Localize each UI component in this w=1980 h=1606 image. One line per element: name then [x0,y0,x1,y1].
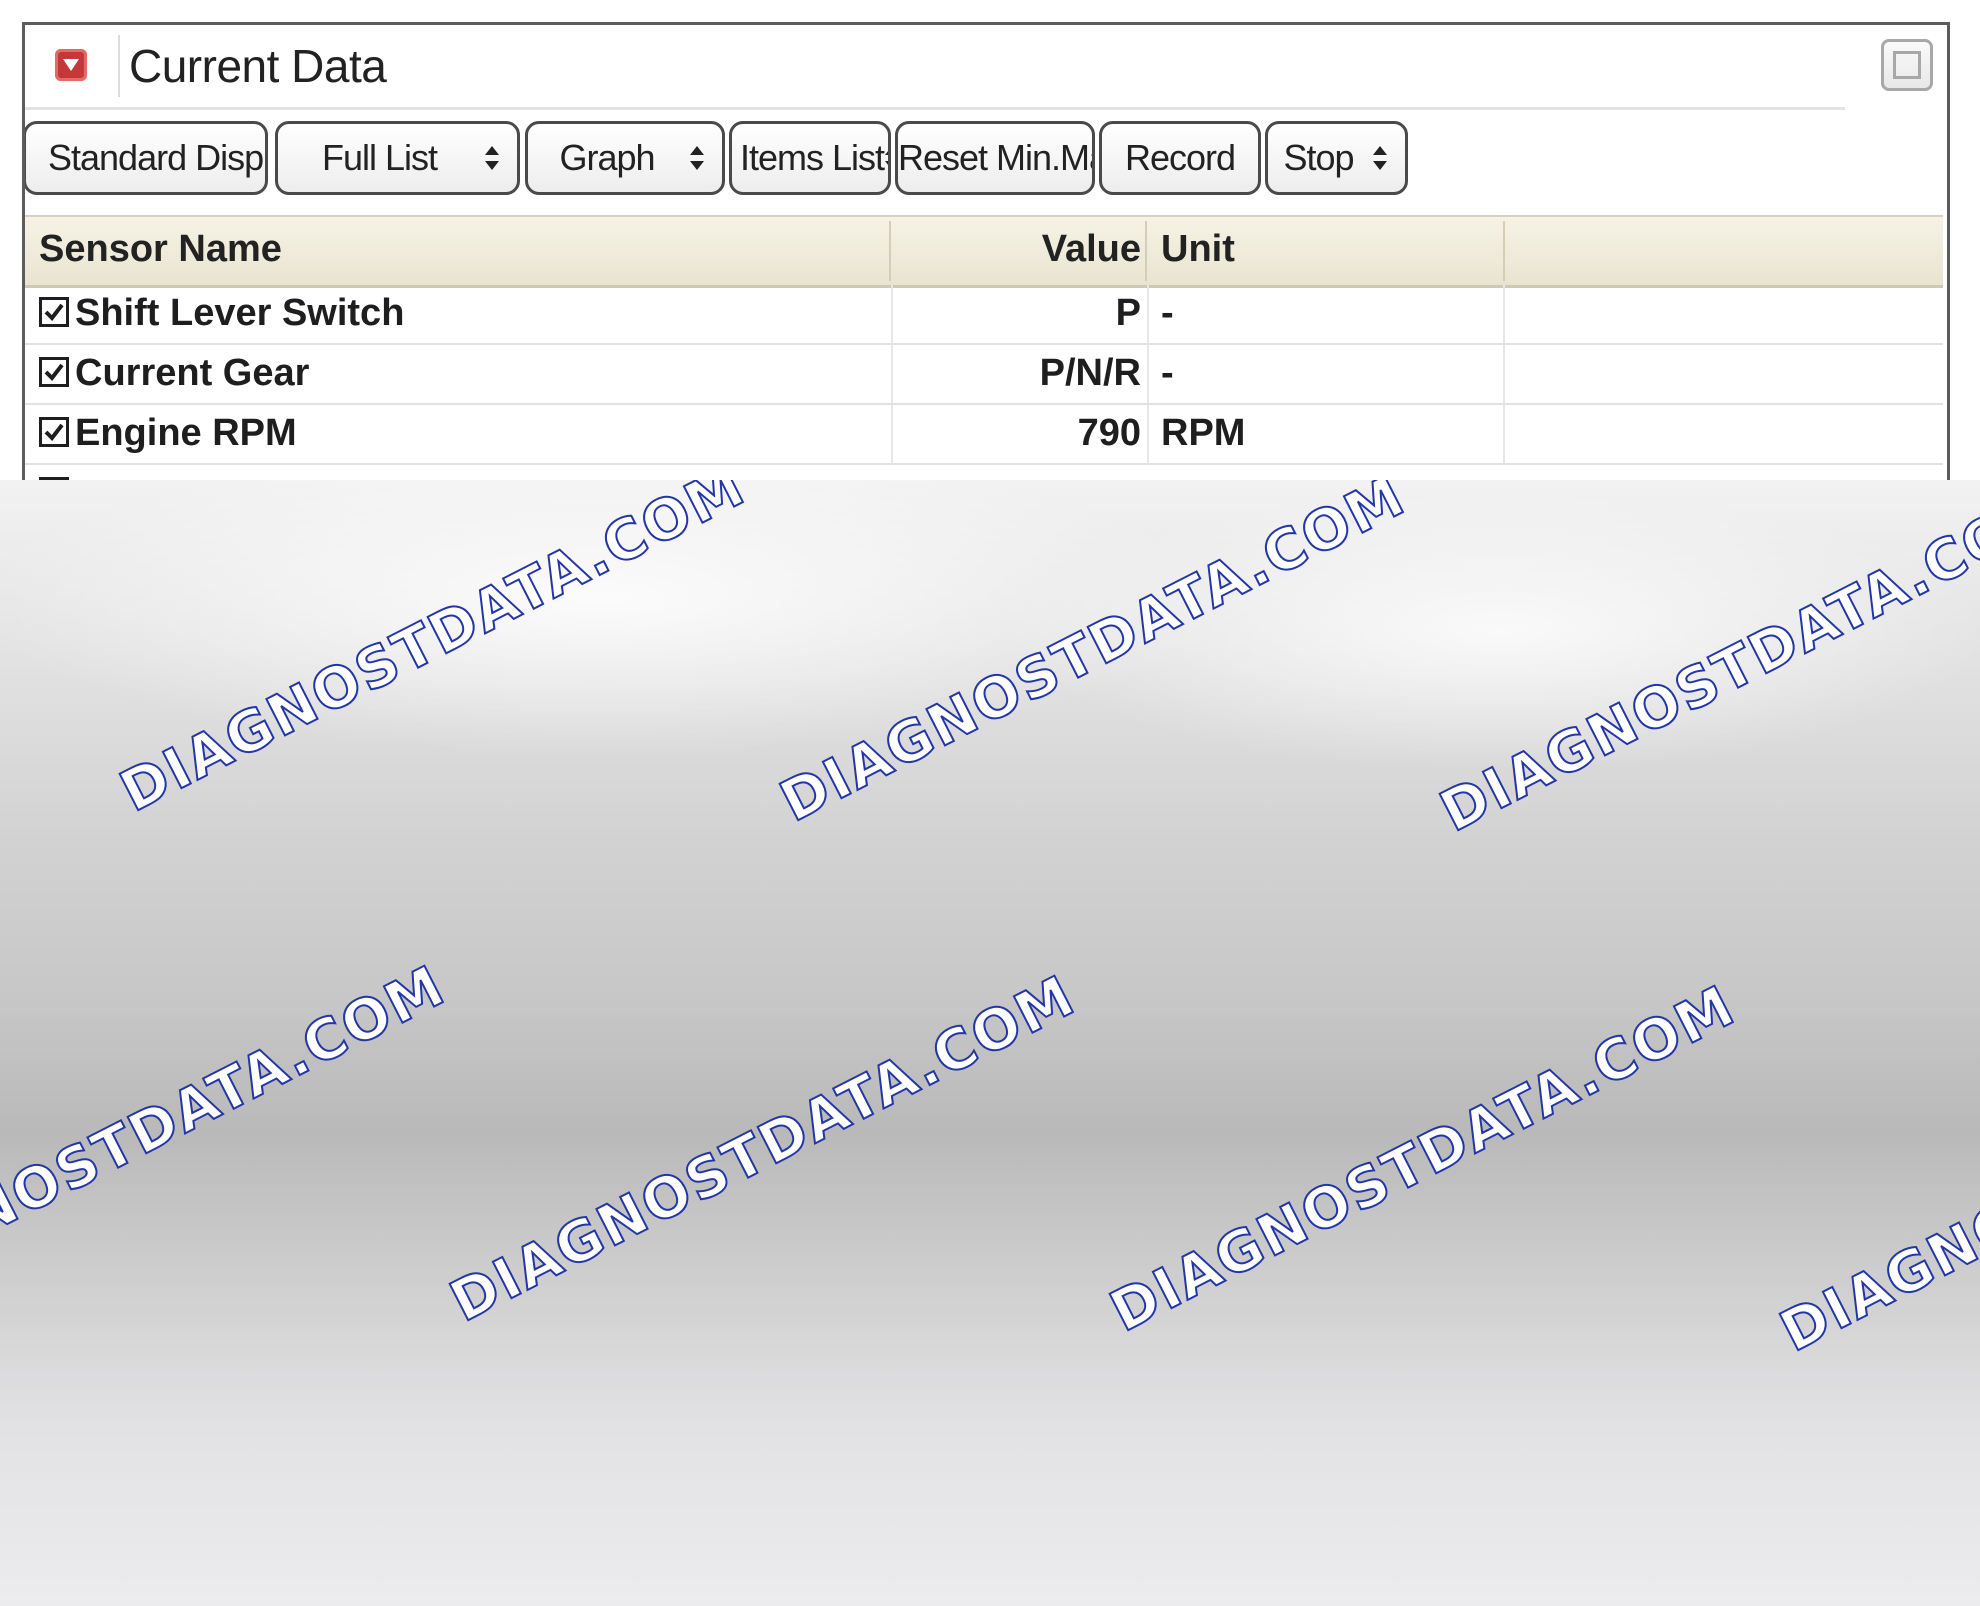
sensor-unit: RPM [1161,412,1246,454]
updown-arrows-icon [884,144,888,172]
column-divider [1147,285,1149,343]
reset-min-max-label: Reset Min.Max. [898,137,1092,178]
column-divider [1503,405,1505,463]
sensor-value: P/N/R [1039,352,1141,394]
watermark-text: DIAGNOSTDATA.COM [1099,972,1746,1346]
updown-arrows-icon [686,144,708,172]
stop-label: Stop [1283,137,1354,178]
watermark-text: DIAGNOSTDATA.COM [0,480,597,506]
watermark-text: DIAGNOSTDATA.COM [439,962,1086,1336]
maximize-icon[interactable] [1881,39,1933,91]
sensor-value: 790 [1077,412,1141,454]
items-list-label: Items List [740,137,885,178]
watermark-text: DIAGNOSTDATA.COM [769,480,1416,836]
watermark-text: DIAGNOSTDATA.COM [1769,992,1980,1366]
row-checkbox[interactable] [39,297,69,327]
column-divider [891,285,893,343]
column-divider [891,405,893,463]
standard-display-select[interactable]: Standard Display [25,121,268,195]
column-divider [1147,405,1149,463]
row-checkbox[interactable] [39,417,69,447]
row-checkbox[interactable] [39,357,69,387]
full-list-select[interactable]: Full List [275,121,520,195]
blurred-background: DIAGNOSTDATA.COM DIAGNOSTDATA.COM DIAGNO… [0,480,1980,1606]
window-title: Current Data [129,40,387,92]
column-divider [1503,345,1505,403]
watermark-text: DIAGNOSTDATA.COM [109,480,756,826]
column-divider [1503,221,1505,281]
column-header-value[interactable]: Value [891,217,1141,285]
column-divider [891,345,893,403]
table-row[interactable]: Engine RPM 790 RPM [25,405,1943,465]
column-divider [1145,221,1147,281]
collapse-icon[interactable] [55,49,87,81]
maximize-icon-inner [1893,51,1921,79]
items-list-select[interactable]: Items List [729,121,891,195]
title-divider [118,35,120,97]
record-label: Record [1124,137,1236,178]
watermark-text: DIAGNOSTDATA.COM [0,952,457,1326]
title-bar: Current Data [25,25,1845,110]
updown-arrows-icon [1369,144,1391,172]
full-list-label: Full List [321,137,438,178]
sensor-name: Engine RPM [75,412,297,454]
column-header-sensor-name[interactable]: Sensor Name [39,217,282,285]
watermark-text: DIAGNOSTDATA.COM [1429,480,1980,846]
sensor-value: P [1115,292,1141,334]
table-row[interactable]: Shift Lever Switch P - [25,285,1943,345]
column-divider [1503,285,1505,343]
sensor-name: Shift Lever Switch [75,292,405,334]
record-button[interactable]: Record [1099,121,1261,195]
reset-min-max-button[interactable]: Reset Min.Max. [895,121,1095,195]
column-header-unit[interactable]: Unit [1161,217,1235,285]
column-divider [1147,345,1149,403]
standard-display-label: Standard Display [48,137,268,178]
sensor-unit: - [1161,352,1174,394]
sensor-name: Current Gear [75,352,310,394]
updown-arrows-icon [481,144,503,172]
graph-label: Graph [559,137,655,178]
table-row[interactable]: Current Gear P/N/R - [25,345,1943,405]
stop-select[interactable]: Stop [1265,121,1408,195]
toolbar: Standard Display Full List Graph Items L… [25,121,1925,197]
graph-select[interactable]: Graph [525,121,725,195]
sensor-unit: - [1161,292,1174,334]
table-header: Sensor Name Value Unit [25,215,1943,288]
